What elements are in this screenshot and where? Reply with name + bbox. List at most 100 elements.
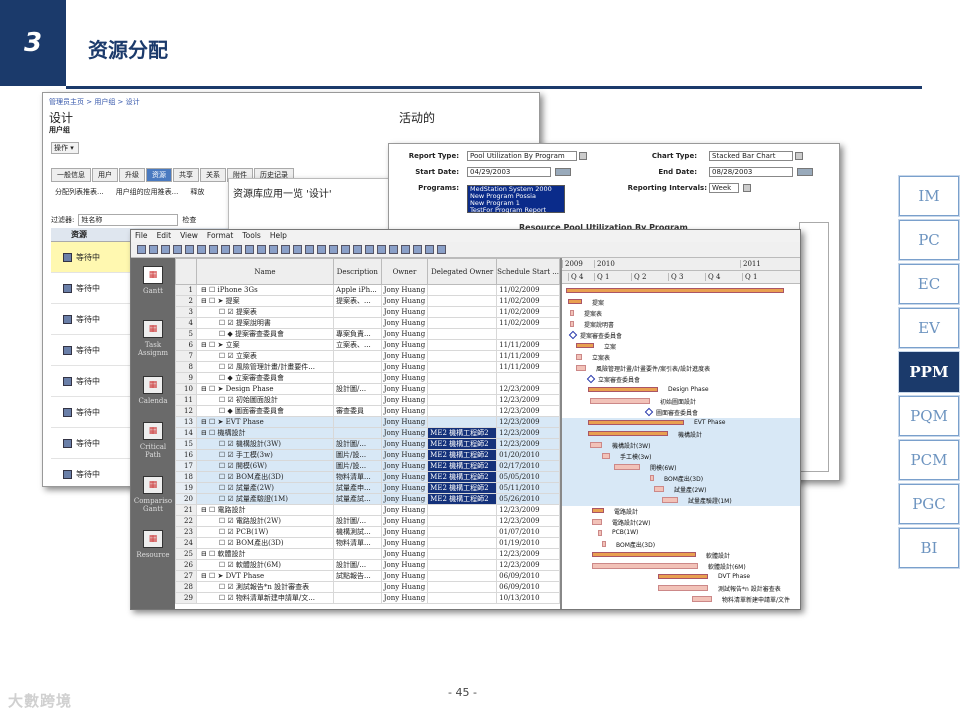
- tab-一般信息[interactable]: 一般信息: [51, 168, 91, 182]
- nav-button-ec[interactable]: EC: [898, 263, 960, 305]
- table-row[interactable]: 15 ☐ ☑ 機構設計(3W) 設計圖/... Jony Huang ME2 機構工程師…: [175, 438, 560, 450]
- tab-共享[interactable]: 共享: [173, 168, 199, 182]
- table-row[interactable]: 8 ☐ ☑ 風險管理計畫/計畫要件... Jony Huang 11/11/2009: [175, 361, 560, 373]
- table-row[interactable]: 11 ☐ ☑ 初始圖面設計 Jony Huang 12/23/2009: [175, 394, 560, 406]
- toolbar-icon[interactable]: [377, 245, 386, 254]
- table-row[interactable]: 29 ☐ ☑ 物料清單新建申請單/文... Jony Huang 10/13/2010: [175, 592, 560, 604]
- view-5[interactable]: ▦ Resource: [131, 530, 175, 559]
- table-row[interactable]: 26 ☐ ☑ 軟體設計(6M) 設計圖/... Jony Huang 12/23/200…: [175, 559, 560, 571]
- table-row[interactable]: 27 ⊟ ☐ ➤ DVT Phase 試點報告... Jony Huang 06/09/…: [175, 570, 560, 582]
- table-row[interactable]: 22 ☐ ☑ 電路設計(2W) 設計圖/... Jony Huang 12/23/200…: [175, 515, 560, 527]
- table-row[interactable]: 5 ☐ ◆ 提案審查委員會 專案負責... Jony Huang: [175, 328, 560, 340]
- toolbar-icon[interactable]: [293, 245, 302, 254]
- toolbar-icon[interactable]: [425, 245, 434, 254]
- view-3[interactable]: ▦ Critical Path: [131, 422, 175, 459]
- end-date-field[interactable]: 08/28/2003: [709, 167, 793, 177]
- table-row[interactable]: 17 ☐ ☑ 開模(6W) 圖片/設... Jony Huang ME2 機構工程師2 0…: [175, 460, 560, 472]
- interval-select[interactable]: Week: [709, 183, 739, 193]
- toolbar-icon[interactable]: [257, 245, 266, 254]
- toolbar-icon[interactable]: [137, 245, 146, 254]
- toolbar-icon[interactable]: [437, 245, 446, 254]
- programs-list[interactable]: MedStation System 2000 New Program Possia…: [467, 185, 565, 214]
- table-row[interactable]: 12 ☐ ◆ 圖面審查委員會 審查委員 Jony Huang 12/23/2009: [175, 405, 560, 417]
- view-0[interactable]: ▦ Gantt: [131, 266, 175, 295]
- filter-select[interactable]: 姓名称: [78, 214, 179, 226]
- nav-button-im[interactable]: IM: [898, 175, 960, 217]
- table-row[interactable]: 23 ☐ ☑ PCB(1W) 機構測試... Jony Huang 01/07/2010: [175, 526, 560, 538]
- nav-button-bi[interactable]: BI: [898, 527, 960, 569]
- table-row[interactable]: 14 ⊟ ☐ 機構設計 Jony Huang ME2 機構工程師2 12/23/2009: [175, 427, 560, 439]
- chevron-down-icon[interactable]: [579, 152, 587, 160]
- toolbar-icon[interactable]: [197, 245, 206, 254]
- menu-item-file[interactable]: File: [135, 230, 148, 242]
- program-option[interactable]: TestFor Program Report: [470, 207, 564, 214]
- table-row[interactable]: 4 ☐ ☑ 提案說明書 Jony Huang 11/02/2009: [175, 317, 560, 329]
- toolbar-icon[interactable]: [209, 245, 218, 254]
- column-header[interactable]: Description: [333, 258, 382, 285]
- toolbar-icon[interactable]: [149, 245, 158, 254]
- toolbar-icon[interactable]: [401, 245, 410, 254]
- table-row[interactable]: 20 ☐ ☑ 試量產驗證(1M) 試量產試... Jony Huang ME2 機構工程…: [175, 493, 560, 505]
- nav-button-pc[interactable]: PC: [898, 219, 960, 261]
- toolbar-icon[interactable]: [341, 245, 350, 254]
- chevron-down-icon[interactable]: [743, 184, 751, 192]
- toolbar-icon[interactable]: [329, 245, 338, 254]
- table-row[interactable]: 13 ⊟ ☐ ➤ EVT Phase Jony Huang 12/23/2009: [175, 416, 560, 428]
- table-row[interactable]: 21 ⊟ ☐ 電路設計 Jony Huang 12/23/2009: [175, 504, 560, 516]
- chevron-down-icon[interactable]: [795, 152, 803, 160]
- toolbar-icon[interactable]: [173, 245, 182, 254]
- toolbar-icon[interactable]: [413, 245, 422, 254]
- toolbar-icon[interactable]: [233, 245, 242, 254]
- toolbar-icon[interactable]: [161, 245, 170, 254]
- nav-button-pqm[interactable]: PQM: [898, 395, 960, 437]
- toolbar-icon[interactable]: [389, 245, 398, 254]
- nav-button-ppm[interactable]: PPM: [898, 351, 960, 393]
- table-row[interactable]: 2 ⊟ ☐ ➤ 提案 提案表、... Jony Huang 11/02/2009: [175, 295, 560, 307]
- table-row[interactable]: 10 ⊟ ☐ ➤ Design Phase 設計圖/... Jony Huang 12/…: [175, 383, 560, 395]
- toolbar-icon[interactable]: [245, 245, 254, 254]
- tab-关系[interactable]: 关系: [200, 168, 226, 182]
- view-2[interactable]: ▦ Calenda: [131, 376, 175, 405]
- toolbar-icon[interactable]: [221, 245, 230, 254]
- menu-item-edit[interactable]: Edit: [157, 230, 172, 242]
- column-header[interactable]: Delegated Owner: [427, 258, 498, 285]
- toolbar-action[interactable]: 释放: [190, 187, 204, 197]
- menu-item-tools[interactable]: Tools: [242, 230, 260, 242]
- column-header[interactable]: Owner: [380, 258, 429, 285]
- toolbar-icon[interactable]: [269, 245, 278, 254]
- table-row[interactable]: 16 ☐ ☑ 手工模(3w) 圖片/設... Jony Huang ME2 機構工程師2…: [175, 449, 560, 461]
- toolbar-icon[interactable]: [305, 245, 314, 254]
- toolbar-icon[interactable]: [185, 245, 194, 254]
- toolbar-icon[interactable]: [353, 245, 362, 254]
- chart-type-select[interactable]: Stacked Bar Chart: [709, 151, 793, 161]
- nav-button-pcm[interactable]: PCM: [898, 439, 960, 481]
- table-row[interactable]: 7 ☐ ☑ 立案表 Jony Huang 11/11/2009: [175, 350, 560, 362]
- toolbar-action[interactable]: 分配列表推表...: [55, 187, 104, 197]
- nav-button-ev[interactable]: EV: [898, 307, 960, 349]
- column-header[interactable]: Schedule Start ...: [496, 258, 560, 285]
- operations-button[interactable]: 操作 ▾: [51, 142, 79, 154]
- toolbar-icon[interactable]: [317, 245, 326, 254]
- tab-用户[interactable]: 用户: [92, 168, 118, 182]
- table-row[interactable]: 25 ⊟ ☐ 軟體設計 Jony Huang 12/23/2009: [175, 548, 560, 560]
- table-row[interactable]: 3 ☐ ☑ 提案表 Jony Huang 11/02/2009: [175, 306, 560, 318]
- toolbar-action[interactable]: 用户组的应用推表...: [116, 187, 179, 197]
- menu-item-help[interactable]: Help: [270, 230, 287, 242]
- tab-资源[interactable]: 资源: [146, 168, 172, 182]
- calendar-icon[interactable]: [797, 168, 813, 176]
- table-row[interactable]: 1 ⊟ ☐ iPhone 3Gs Apple iPh... Jony Huang 11/…: [175, 284, 560, 296]
- nav-button-pgc[interactable]: PGC: [898, 483, 960, 525]
- view-1[interactable]: ▦ Task Assignm: [131, 320, 175, 357]
- table-row[interactable]: 28 ☐ ☑ 測試報告*n 設計審查表 Jony Huang 06/09/2010: [175, 581, 560, 593]
- view-4[interactable]: ▦ Compariso Gantt: [131, 476, 175, 513]
- start-date-field[interactable]: 04/29/2003: [467, 167, 551, 177]
- report-type-select[interactable]: Pool Utilization By Program: [467, 151, 577, 161]
- toolbar-icon[interactable]: [365, 245, 374, 254]
- column-header[interactable]: Name: [195, 258, 335, 285]
- menu-item-format[interactable]: Format: [207, 230, 233, 242]
- calendar-icon[interactable]: [555, 168, 571, 176]
- toolbar-icon[interactable]: [281, 245, 290, 254]
- table-row[interactable]: 6 ⊟ ☐ ➤ 立案 立案表、... Jony Huang 11/11/2009: [175, 339, 560, 351]
- table-row[interactable]: 9 ☐ ◆ 立案審查委員會 Jony Huang: [175, 372, 560, 384]
- table-row[interactable]: 18 ☐ ☑ BOM產出(3D) 物料清單... Jony Huang ME2 機構工程…: [175, 471, 560, 483]
